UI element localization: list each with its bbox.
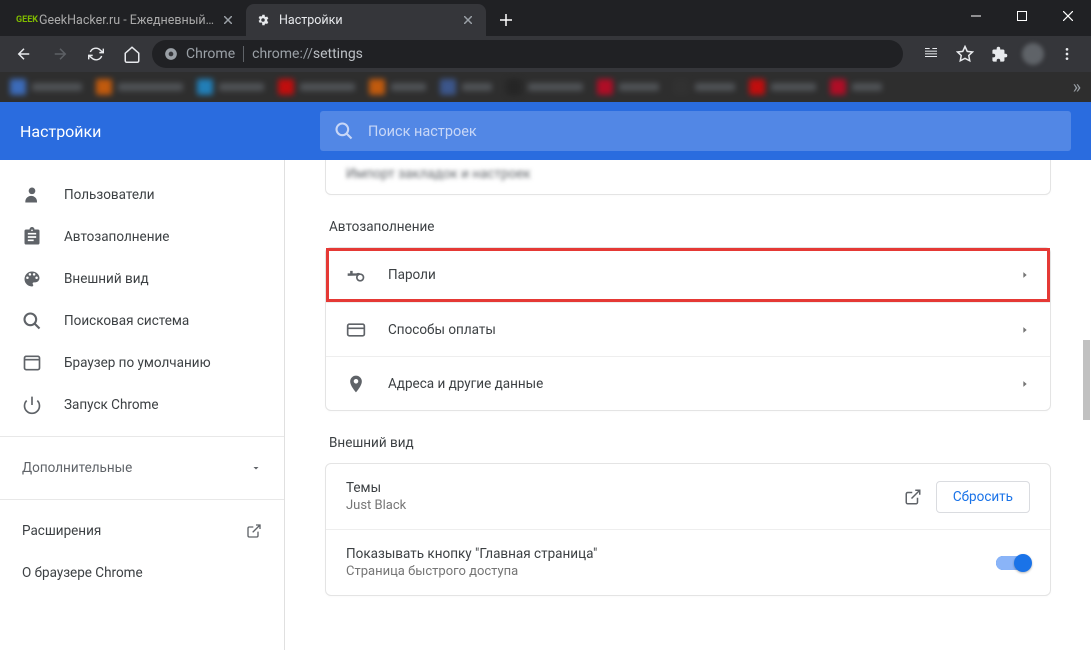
settings-search[interactable]: [320, 111, 1071, 151]
sidebar-item-search[interactable]: Поисковая система: [0, 300, 284, 342]
bookmark-overflow-icon[interactable]: »: [1073, 77, 1081, 98]
sidebar-item-label: Браузер по умолчанию: [64, 355, 211, 371]
row-label: Адреса и другие данные: [388, 376, 998, 392]
gear-icon: [256, 12, 272, 28]
sidebar-item-startup[interactable]: Запуск Chrome: [0, 384, 284, 426]
reset-theme-button[interactable]: Сбросить: [936, 481, 1030, 513]
section-heading-appearance: Внешний вид: [329, 435, 1051, 451]
settings-content[interactable]: Импорт закладок и настроек Автозаполнени…: [285, 160, 1091, 650]
sidebar-item-label: Внешний вид: [64, 271, 149, 287]
maximize-button[interactable]: [999, 0, 1045, 32]
new-tab-button[interactable]: [492, 6, 520, 34]
power-icon: [22, 395, 42, 415]
tab-strip: GEEK GeekHacker.ru - Ежедневный жу Настр…: [0, 0, 1091, 36]
sidebar-item-default-browser[interactable]: Браузер по умолчанию: [0, 342, 284, 384]
home-button-sub: Страница быстрого доступа: [346, 564, 974, 579]
sidebar-item-label: Запуск Chrome: [64, 397, 159, 413]
sidebar-item-about[interactable]: О браузере Chrome: [0, 552, 284, 594]
sidebar-item-autofill[interactable]: Автозаполнение: [0, 216, 284, 258]
row-label: Пароли: [388, 267, 998, 283]
chevron-down-icon: [250, 462, 262, 474]
sidebar-item-advanced[interactable]: Дополнительные: [0, 447, 284, 489]
minimize-button[interactable]: [953, 0, 999, 32]
reload-button[interactable]: [80, 38, 112, 70]
browser-icon: [22, 353, 42, 373]
person-icon: [22, 185, 42, 205]
tab-close-icon[interactable]: [220, 12, 236, 28]
themes-label: Темы: [346, 480, 882, 496]
row-payment[interactable]: Способы оплаты: [326, 302, 1050, 356]
forward-button[interactable]: [44, 38, 76, 70]
search-input[interactable]: [368, 123, 1057, 140]
settings-app: Настройки Пользователи Автозаполнение Вн…: [0, 102, 1091, 650]
themes-sub: Just Black: [346, 498, 882, 513]
profile-avatar[interactable]: [1017, 38, 1049, 70]
external-link-icon: [246, 523, 262, 539]
palette-icon: [22, 269, 42, 289]
omnibox[interactable]: Chrome chrome://settings: [152, 40, 903, 68]
sidebar-item-label: О браузере Chrome: [22, 565, 143, 581]
settings-header: Настройки: [0, 102, 1091, 160]
page-title: Настройки: [20, 122, 300, 141]
close-window-button[interactable]: [1045, 0, 1091, 32]
scrollbar-thumb[interactable]: [1083, 340, 1090, 420]
chevron-right-icon: [1020, 379, 1030, 389]
row-themes[interactable]: Темы Just Black Сбросить: [326, 464, 1050, 529]
qr-icon[interactable]: [915, 38, 947, 70]
sidebar-item-extensions[interactable]: Расширения: [0, 510, 284, 552]
bookmark-star-icon[interactable]: [949, 38, 981, 70]
sidebar-item-users[interactable]: Пользователи: [0, 174, 284, 216]
tab-close-icon[interactable]: [460, 12, 476, 28]
menu-button[interactable]: [1051, 38, 1083, 70]
extensions-puzzle-icon[interactable]: [983, 38, 1015, 70]
search-icon: [22, 311, 42, 331]
address-bar: Chrome chrome://settings: [0, 36, 1091, 72]
sidebar-item-label: Расширения: [22, 523, 101, 539]
tab-title: Настройки: [279, 13, 454, 28]
section-heading-autofill: Автозаполнение: [329, 219, 1051, 235]
external-link-icon[interactable]: [904, 488, 922, 506]
row-label: Способы оплаты: [388, 322, 998, 338]
card-appearance: Темы Just Black Сбросить Показывать кноп…: [325, 463, 1051, 596]
row-home-button[interactable]: Показывать кнопку "Главная страница" Стр…: [326, 529, 1050, 595]
favicon-geek-icon: GEEK: [16, 12, 32, 28]
settings-sidebar: Пользователи Автозаполнение Внешний вид …: [0, 160, 285, 650]
chevron-right-icon: [1020, 270, 1030, 280]
separator: [243, 46, 244, 62]
chrome-scheme-icon: [164, 47, 178, 61]
key-icon: [346, 264, 366, 286]
tab-title: GeekHacker.ru - Ежедневный жу: [39, 13, 214, 28]
window-controls: [953, 0, 1091, 32]
tab-geekhacker[interactable]: GEEK GeekHacker.ru - Ежедневный жу: [6, 4, 246, 36]
scheme-label: Chrome: [186, 46, 235, 62]
sidebar-item-label: Дополнительные: [22, 460, 132, 476]
sidebar-item-label: Пользователи: [64, 187, 155, 203]
import-row-label: Импорт закладок и настроек: [326, 160, 1050, 194]
card-autofill: Пароли Способы оплаты Адреса и другие да…: [325, 247, 1051, 411]
url-text: chrome://settings: [252, 46, 363, 62]
sidebar-item-label: Автозаполнение: [64, 229, 169, 245]
sidebar-item-label: Поисковая система: [64, 313, 189, 329]
assignment-icon: [22, 227, 42, 247]
row-passwords[interactable]: Пароли: [326, 248, 1050, 302]
bookmark-bar: »: [0, 72, 1091, 102]
home-button-toggle[interactable]: [996, 556, 1030, 570]
home-button[interactable]: [116, 38, 148, 70]
credit-card-icon: [346, 320, 366, 340]
sidebar-item-appearance[interactable]: Внешний вид: [0, 258, 284, 300]
search-icon: [334, 121, 354, 141]
card-import: Импорт закладок и настроек: [325, 160, 1051, 195]
chevron-right-icon: [1020, 325, 1030, 335]
home-button-label: Показывать кнопку "Главная страница": [346, 546, 974, 562]
tab-settings[interactable]: Настройки: [246, 4, 486, 36]
place-icon: [346, 374, 366, 394]
row-addresses[interactable]: Адреса и другие данные: [326, 356, 1050, 410]
back-button[interactable]: [8, 38, 40, 70]
